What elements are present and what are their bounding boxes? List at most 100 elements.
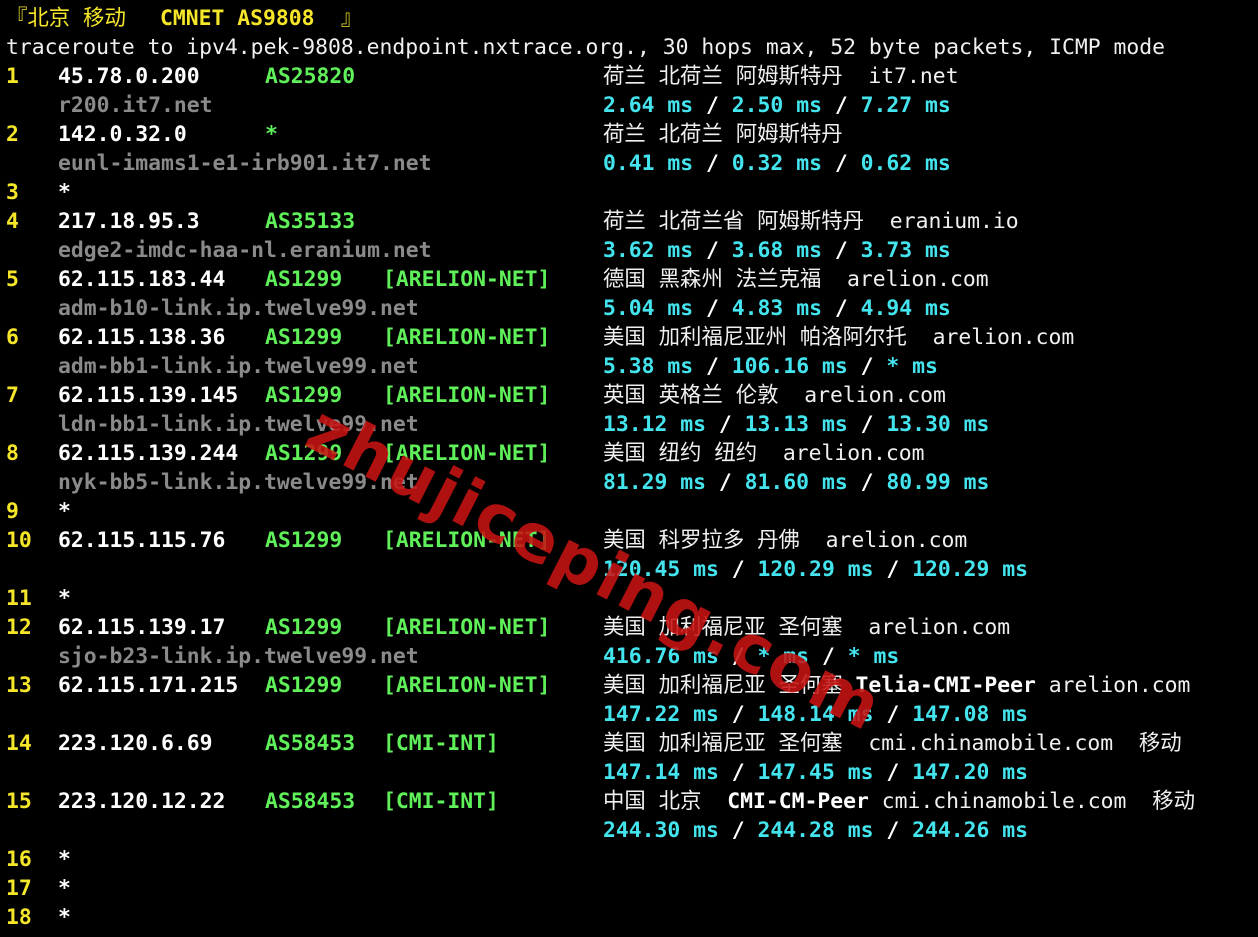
rtt-value: 120.29 ms <box>912 557 1028 582</box>
hop-geo-tail: arelion.com <box>1035 673 1191 698</box>
hop-asn: AS58453 <box>265 789 356 814</box>
hop-row: 8 62.115.139.244 AS1299 [ARELION-NET] 美国 纽约 … <box>6 439 1256 468</box>
hop-row: 17 * <box>6 874 1256 903</box>
hop-ip: 223.120.6.69 <box>58 731 213 756</box>
hop-detail-row: 147.14 ms / 147.45 ms / 147.20 ms <box>6 758 1256 787</box>
rtt-separator: / <box>821 296 861 321</box>
rtt-value: 120.29 ms <box>757 557 874 582</box>
hop-asn: AS35133 <box>265 209 356 234</box>
hop-asn: * <box>265 122 278 147</box>
hop-rtt: 81.29 ms / 81.60 ms / 80.99 ms <box>603 468 989 497</box>
rtt-value: 416.76 ms <box>603 644 719 669</box>
rtt-value: 147.22 ms <box>603 702 719 727</box>
hop-row: 18 * <box>6 903 1256 932</box>
rtt-value: 244.26 ms <box>912 818 1028 843</box>
title-line: 『北京 移动 CMNET AS9808 』 <box>6 4 1256 33</box>
rtt-separator: / <box>718 760 758 785</box>
hop-detail-row: edge2-imdc-haa-nl.eranium.net 3.62 ms / 3… <box>6 236 1256 265</box>
hop-number: 12 <box>6 615 32 640</box>
rtt-value: 106.16 ms <box>731 354 848 379</box>
hop-timeout: * <box>58 586 71 611</box>
hop-number: 18 <box>6 905 32 930</box>
command-line: traceroute to ipv4.pek-9808.endpoint.nxt… <box>6 33 1256 62</box>
hop-hostname: nyk-bb5-link.ip.twelve99.net <box>58 470 419 495</box>
rtt-separator: / <box>693 238 732 263</box>
rtt-separator: / <box>873 702 913 727</box>
rtt-value: 244.30 ms <box>603 818 719 843</box>
rtt-separator: / <box>821 93 861 118</box>
rtt-separator: / <box>718 818 758 843</box>
rtt-value: 0.41 ms <box>603 151 694 176</box>
hop-asn: AS1299 <box>265 673 343 698</box>
hop-asn: AS1299 <box>265 441 343 466</box>
hop-geo-tail: cmi.chinamobile.com 移动 <box>868 789 1195 814</box>
hop-number: 1 <box>6 64 19 89</box>
hop-ip: 62.115.139.17 <box>58 615 226 640</box>
rtt-separator: / <box>706 412 745 437</box>
hop-row: 7 62.115.139.145 AS1299 [ARELION-NET] 英国 英格兰… <box>6 381 1256 410</box>
hop-number: 3 <box>6 180 19 205</box>
hop-rtt: 244.30 ms / 244.28 ms / 244.26 ms <box>603 816 1028 845</box>
hop-geo: 美国 加利福尼亚 圣何塞 arelion.com <box>603 615 1011 640</box>
hop-row: 12 62.115.139.17 AS1299 [ARELION-NET] 美国 加利福… <box>6 613 1256 642</box>
hop-ip: 62.115.171.215 <box>58 673 239 698</box>
hop-detail-row: ldn-bb1-link.ip.twelve99.net 13.12 ms / 1… <box>6 410 1256 439</box>
hop-network-tag: [ARELION-NET] <box>383 615 551 640</box>
hop-asn: AS25820 <box>265 64 356 89</box>
hop-rtt: 3.62 ms / 3.68 ms / 3.73 ms <box>603 236 951 265</box>
rtt-value: 3.62 ms <box>603 238 694 263</box>
rtt-value: 244.28 ms <box>757 818 874 843</box>
hop-row: 11 * <box>6 584 1256 613</box>
rtt-separator: / <box>847 470 887 495</box>
rtt-value: 120.45 ms <box>603 557 719 582</box>
hop-network-tag: [ARELION-NET] <box>383 441 551 466</box>
hop-rtt: 147.22 ms / 148.14 ms / 147.08 ms <box>603 700 1028 729</box>
hop-ip: 62.115.183.44 <box>58 267 226 292</box>
hop-network-tag: [ARELION-NET] <box>383 383 551 408</box>
hop-asn: AS1299 <box>265 267 343 292</box>
rtt-value: 81.60 ms <box>744 470 848 495</box>
hop-asn: AS1299 <box>265 528 343 553</box>
hop-rtt: 5.04 ms / 4.83 ms / 4.94 ms <box>603 294 951 323</box>
hop-rtt: 120.45 ms / 120.29 ms / 120.29 ms <box>603 555 1028 584</box>
hop-number: 10 <box>6 528 32 553</box>
hop-ip: 62.115.139.145 <box>58 383 239 408</box>
hop-network-tag: [ARELION-NET] <box>383 325 551 350</box>
hop-rtt: 2.64 ms / 2.50 ms / 7.27 ms <box>603 91 951 120</box>
rtt-separator: / <box>718 557 758 582</box>
hop-hostname: adm-bb1-link.ip.twelve99.net <box>58 354 419 379</box>
hop-detail-row: eunl-imams1-e1-irb901.it7.net 0.41 ms / 0… <box>6 149 1256 178</box>
hop-row: 13 62.115.171.215 AS1299 [ARELION-NET] 美国 加利… <box>6 671 1256 700</box>
rtt-value: 148.14 ms <box>757 702 874 727</box>
hop-detail-row: nyk-bb5-link.ip.twelve99.net 81.29 ms / 8… <box>6 468 1256 497</box>
rtt-value: 5.04 ms <box>603 296 694 321</box>
hop-geo: 荷兰 北荷兰省 阿姆斯特丹 eranium.io <box>603 209 1019 234</box>
hop-geo: 中国 北京 <box>603 789 728 814</box>
hop-row: 3 * <box>6 178 1256 207</box>
rtt-value: 5.38 ms <box>603 354 694 379</box>
rtt-value: * ms <box>757 644 810 669</box>
hop-network-tag: [ARELION-NET] <box>383 673 551 698</box>
hop-hostname: adm-b10-link.ip.twelve99.net <box>58 296 419 321</box>
hop-hostname: r200.it7.net <box>58 93 213 118</box>
hop-geo: 荷兰 北荷兰 阿姆斯特丹 it7.net <box>603 64 959 89</box>
rtt-value: 147.08 ms <box>912 702 1028 727</box>
rtt-value: 13.13 ms <box>744 412 848 437</box>
rtt-separator: / <box>718 702 758 727</box>
hop-detail-row: adm-b10-link.ip.twelve99.net 5.04 ms / 4.… <box>6 294 1256 323</box>
hop-timeout: * <box>58 876 71 901</box>
hop-hostname: eunl-imams1-e1-irb901.it7.net <box>58 151 432 176</box>
hop-geo: 英国 英格兰 伦敦 arelion.com <box>603 383 946 408</box>
title-asn: CMNET AS9808 <box>160 6 315 31</box>
rtt-separator: / <box>873 760 913 785</box>
rtt-value: 147.45 ms <box>757 760 874 785</box>
hop-ip: 45.78.0.200 <box>58 64 200 89</box>
hop-geo: 美国 纽约 纽约 arelion.com <box>603 441 925 466</box>
terminal-output[interactable]: 『北京 移动 CMNET AS9808 』 traceroute to ipv4… <box>6 4 1256 932</box>
rtt-value: 4.94 ms <box>860 296 951 321</box>
hop-rtt: 147.14 ms / 147.45 ms / 147.20 ms <box>603 758 1028 787</box>
rtt-value: 7.27 ms <box>860 93 951 118</box>
hop-number: 6 <box>6 325 19 350</box>
hop-row: 1 45.78.0.200 AS25820 荷兰 北荷兰 阿姆斯特丹 it7.net <box>6 62 1256 91</box>
hop-geo: 荷兰 北荷兰 阿姆斯特丹 <box>603 122 843 147</box>
